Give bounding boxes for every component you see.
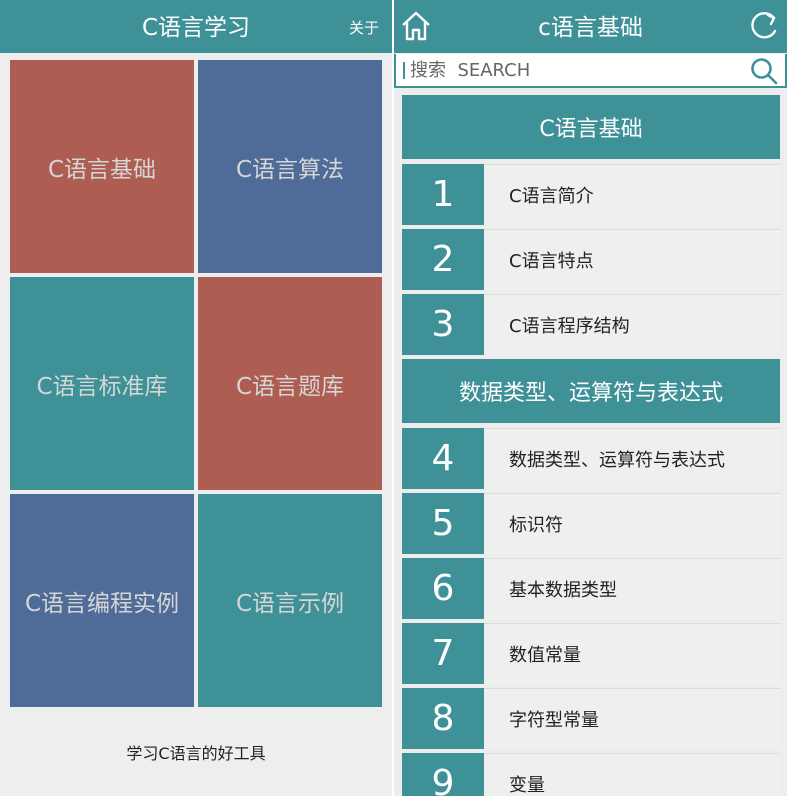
- basics-header: c语言基础: [394, 0, 787, 53]
- item-number: 5: [431, 503, 455, 544]
- item-label: 标识符: [484, 493, 780, 554]
- item-label: C语言特点: [484, 229, 780, 290]
- list-item[interactable]: 4 数据类型、运算符与表达式: [402, 428, 780, 489]
- tile-c-standard-library[interactable]: C语言标准库: [10, 277, 194, 490]
- refresh-icon[interactable]: [747, 9, 781, 43]
- item-label: C语言程序结构: [484, 294, 780, 355]
- list-item[interactable]: 9 变量: [402, 753, 780, 796]
- item-number: 6: [431, 568, 455, 609]
- tile-c-algorithms[interactable]: C语言算法: [198, 60, 382, 273]
- item-label: 变量: [484, 753, 780, 796]
- item-number: 3: [431, 304, 455, 345]
- search-cursor: [403, 62, 405, 79]
- item-number: 4: [431, 438, 455, 479]
- item-label: 字符型常量: [484, 688, 780, 749]
- tile-c-basics[interactable]: C语言基础: [10, 60, 194, 273]
- list-item[interactable]: 3 C语言程序结构: [402, 294, 780, 355]
- item-number: 9: [431, 763, 455, 796]
- basics-title: c语言基础: [538, 15, 643, 41]
- home-pane: C语言学习 关于 C语言基础 C语言算法 C语言标准库 C语言题库 C语言编程实…: [0, 0, 392, 796]
- list-item[interactable]: 6 基本数据类型: [402, 558, 780, 619]
- item-number: 8: [431, 698, 455, 739]
- item-label: 数据类型、运算符与表达式: [484, 428, 780, 489]
- list-item[interactable]: 5 标识符: [402, 493, 780, 554]
- section-header-basics: C语言基础: [402, 95, 780, 159]
- list-item[interactable]: 7 数值常量: [402, 623, 780, 684]
- tile-c-programming-examples[interactable]: C语言编程实例: [10, 494, 194, 707]
- search-bar: [394, 54, 787, 88]
- home-title: C语言学习: [141, 15, 251, 41]
- section-header-data-types: 数据类型、运算符与表达式: [402, 359, 780, 423]
- item-number: 7: [431, 633, 455, 674]
- list-item[interactable]: 2 C语言特点: [402, 229, 780, 290]
- search-input[interactable]: [410, 54, 740, 86]
- item-number: 2: [431, 239, 455, 280]
- tagline: 学习C语言的好工具: [126, 744, 266, 763]
- list-item[interactable]: 8 字符型常量: [402, 688, 780, 749]
- home-icon[interactable]: [399, 9, 433, 43]
- list-item[interactable]: 1 C语言简介: [402, 164, 780, 225]
- about-button[interactable]: 关于: [349, 0, 379, 53]
- basics-pane: c语言基础 C语言基础 1 C语言简介 2 C语言特点 3 C语言程序结构 数据…: [394, 0, 787, 796]
- item-number: 1: [431, 174, 455, 215]
- tile-c-samples[interactable]: C语言示例: [198, 494, 382, 707]
- tile-c-question-bank[interactable]: C语言题库: [198, 277, 382, 490]
- home-header: C语言学习 关于: [0, 0, 392, 53]
- item-label: 基本数据类型: [484, 558, 780, 619]
- search-icon[interactable]: [749, 56, 779, 86]
- item-label: 数值常量: [484, 623, 780, 684]
- item-label: C语言简介: [484, 164, 780, 225]
